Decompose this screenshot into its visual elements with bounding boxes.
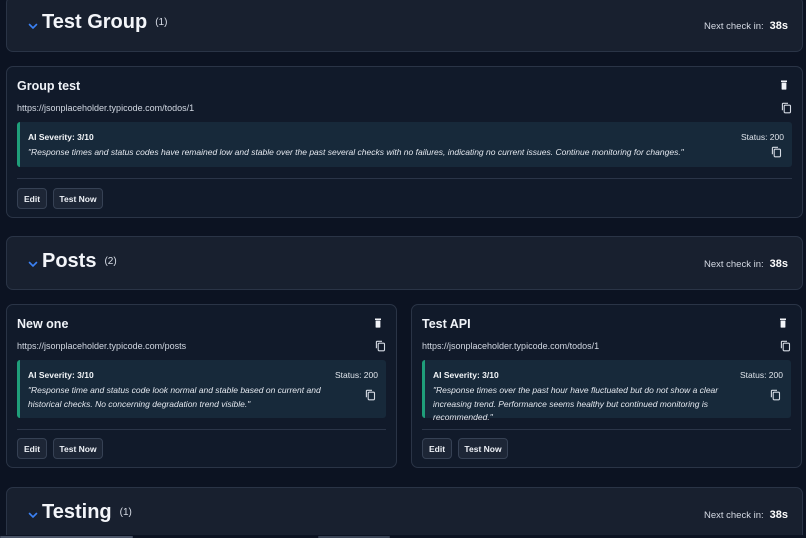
divider <box>422 429 791 430</box>
copy-icon[interactable] <box>780 340 791 352</box>
group-header-posts[interactable]: Posts (2) Next check in: 38s <box>6 236 803 290</box>
test-now-button[interactable]: Test Now <box>53 438 103 459</box>
monitor-card-new-one: New one https://jsonplaceholder.typicode… <box>6 304 397 468</box>
next-check-value: 38s <box>769 20 788 32</box>
divider <box>17 429 386 430</box>
trash-icon[interactable] <box>779 80 789 91</box>
monitor-name: New one <box>17 317 69 331</box>
ai-severity: AI Severity: 3/10 <box>28 370 94 380</box>
group-count: (1) <box>119 507 132 519</box>
monitor-name: Group test <box>17 79 81 93</box>
monitor-url: https://jsonplaceholder.typicode.com/tod… <box>422 341 600 351</box>
ai-analysis-text: "Response times and status codes have re… <box>28 147 684 157</box>
group-name: Testing <box>42 501 112 523</box>
group-count: (1) <box>155 17 168 29</box>
next-check-value: 38s <box>769 258 788 270</box>
next-check-label: Next check in: <box>703 21 764 32</box>
group-name: Test Group <box>42 11 148 33</box>
group-header-testing[interactable]: Testing (1) Next check in: 38s <box>6 487 803 538</box>
next-check-value: 38s <box>769 509 788 521</box>
monitor-dashboard: Test Group (1) Next check in: 38s Group te… <box>0 0 806 538</box>
group-title: Testing (1) <box>42 501 132 524</box>
group-title: Posts (2) <box>42 250 117 273</box>
trash-icon[interactable] <box>778 318 788 329</box>
ai-severity: AI Severity: 3/10 <box>28 132 94 142</box>
ai-analysis-box: AI Severity: 3/10 Status: 200 "Response … <box>17 122 792 167</box>
ai-analysis-text: "Response time and status code look norm… <box>28 385 321 409</box>
copy-icon[interactable] <box>365 389 376 401</box>
group-header-test-group[interactable]: Test Group (1) Next check in: 38s <box>6 0 803 52</box>
status-code: Status: 200 <box>739 370 783 380</box>
next-check-label: Next check in: <box>703 510 764 521</box>
ai-analysis-box: AI Severity: 3/10 Status: 200 "Response … <box>422 360 791 422</box>
copy-icon[interactable] <box>375 340 386 352</box>
ai-analysis-text: "Response times over the past hour have … <box>433 385 719 422</box>
group-title: Test Group (1) <box>42 11 167 34</box>
group-name: Posts <box>42 250 97 272</box>
status-code: Status: 200 <box>334 370 378 380</box>
ai-severity: AI Severity: 3/10 <box>433 370 499 380</box>
next-check: Next check in: 38s <box>704 258 788 270</box>
monitor-name: Test API <box>422 317 471 331</box>
chevron-down-icon[interactable] <box>26 257 40 271</box>
monitor-card-group-test: Group test https://jsonplaceholder.typic… <box>6 66 803 218</box>
next-check-label: Next check in: <box>703 259 764 270</box>
copy-icon[interactable] <box>771 146 782 158</box>
trash-icon[interactable] <box>373 318 383 329</box>
chevron-down-icon[interactable] <box>26 19 40 33</box>
copy-icon[interactable] <box>781 102 792 114</box>
edit-button[interactable]: Edit <box>17 188 47 209</box>
monitor-url: https://jsonplaceholder.typicode.com/pos… <box>17 341 187 351</box>
divider <box>17 178 792 179</box>
group-count: (2) <box>104 256 117 268</box>
monitor-card-test-api: Test API https://jsonplaceholder.typicod… <box>411 304 802 468</box>
monitor-url: https://jsonplaceholder.typicode.com/tod… <box>17 103 195 113</box>
next-check: Next check in: 38s <box>704 509 788 521</box>
status-code: Status: 200 <box>740 132 784 142</box>
copy-icon[interactable] <box>770 389 781 401</box>
test-now-button[interactable]: Test Now <box>458 438 508 459</box>
edit-button[interactable]: Edit <box>17 438 47 459</box>
edit-button[interactable]: Edit <box>422 438 452 459</box>
chevron-down-icon[interactable] <box>26 508 40 522</box>
ai-analysis-box: AI Severity: 3/10 Status: 200 "Response … <box>17 360 386 418</box>
test-now-button[interactable]: Test Now <box>53 188 103 209</box>
next-check: Next check in: 38s <box>704 20 788 32</box>
